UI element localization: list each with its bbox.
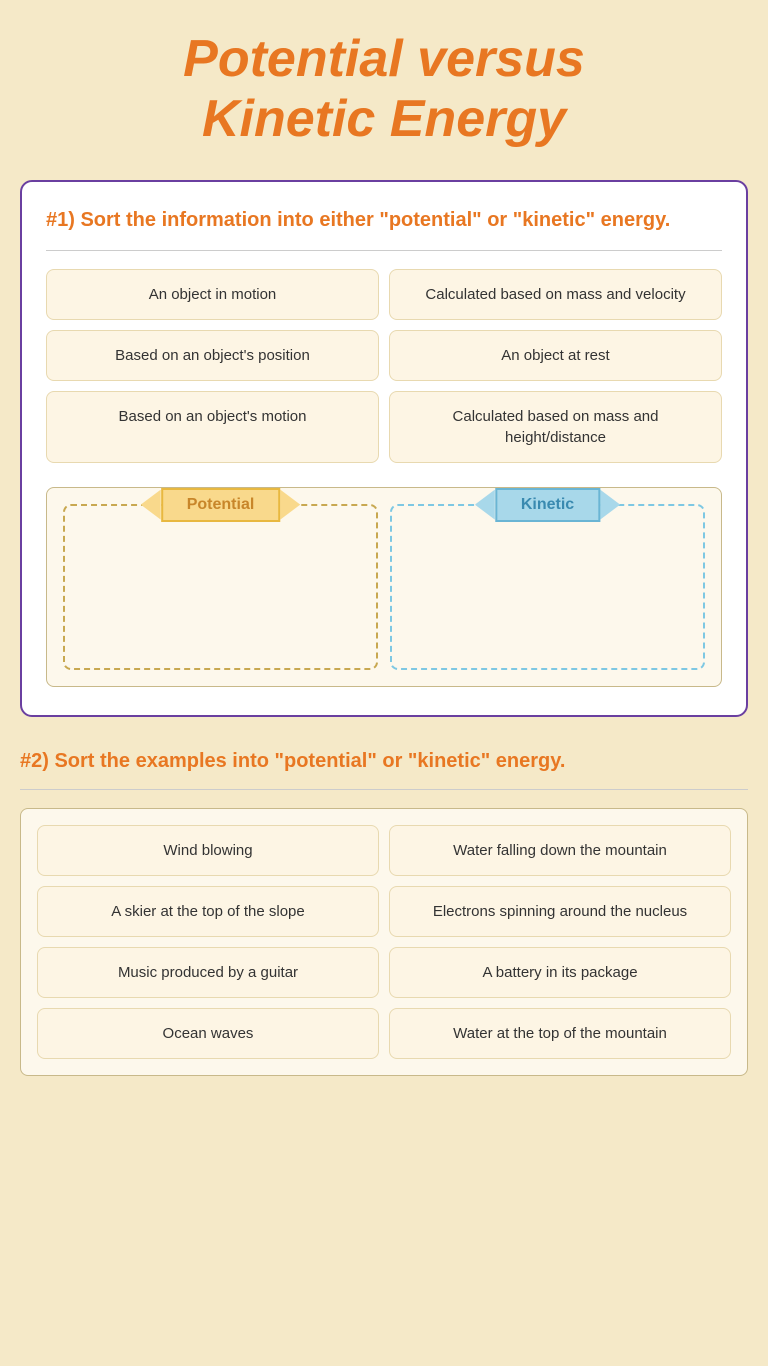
divider2 <box>20 789 748 790</box>
potential-dropzone[interactable]: Potential <box>63 504 378 670</box>
kinetic-banner: Kinetic <box>475 488 620 522</box>
sort-card-c6[interactable]: Calculated based on mass and height/dist… <box>389 391 722 463</box>
divider1 <box>46 250 722 251</box>
example-card-e1[interactable]: Wind blowing <box>37 825 379 876</box>
section1-title: #1) Sort the information into either "po… <box>46 206 722 234</box>
dropzone-container: Potential Kinetic <box>46 487 722 687</box>
example-card-e8[interactable]: Water at the top of the mountain <box>389 1008 731 1059</box>
kinetic-label: Kinetic <box>495 488 600 522</box>
sort-card-c5[interactable]: Based on an object's motion <box>46 391 379 463</box>
sort-cards-grid: An object in motionCalculated based on m… <box>46 269 722 463</box>
sort-card-c1[interactable]: An object in motion <box>46 269 379 320</box>
kinetic-dropzone[interactable]: Kinetic <box>390 504 705 670</box>
kinetic-banner-right <box>600 490 620 520</box>
section1-card: #1) Sort the information into either "po… <box>20 180 748 717</box>
example-card-e6[interactable]: A battery in its package <box>389 947 731 998</box>
sort-card-c2[interactable]: Calculated based on mass and velocity <box>389 269 722 320</box>
example-card-e4[interactable]: Electrons spinning around the nucleus <box>389 886 731 937</box>
banner-left-arrow <box>141 490 161 520</box>
header: Potential versus Kinetic Energy <box>0 0 768 170</box>
sort-card-c4[interactable]: An object at rest <box>389 330 722 381</box>
section2-grid: Wind blowingWater falling down the mount… <box>20 808 748 1076</box>
potential-label: Potential <box>161 488 281 522</box>
sort-card-c3[interactable]: Based on an object's position <box>46 330 379 381</box>
example-card-e7[interactable]: Ocean waves <box>37 1008 379 1059</box>
example-card-e5[interactable]: Music produced by a guitar <box>37 947 379 998</box>
example-card-e3[interactable]: A skier at the top of the slope <box>37 886 379 937</box>
kinetic-banner-left <box>475 490 495 520</box>
section2-title: #2) Sort the examples into "potential" o… <box>20 737 748 775</box>
banner-right-arrow <box>280 490 300 520</box>
section2-wrapper: #2) Sort the examples into "potential" o… <box>20 737 748 1076</box>
potential-banner: Potential <box>141 488 301 522</box>
page-title: Potential versus Kinetic Energy <box>20 30 748 150</box>
example-card-e2[interactable]: Water falling down the mountain <box>389 825 731 876</box>
